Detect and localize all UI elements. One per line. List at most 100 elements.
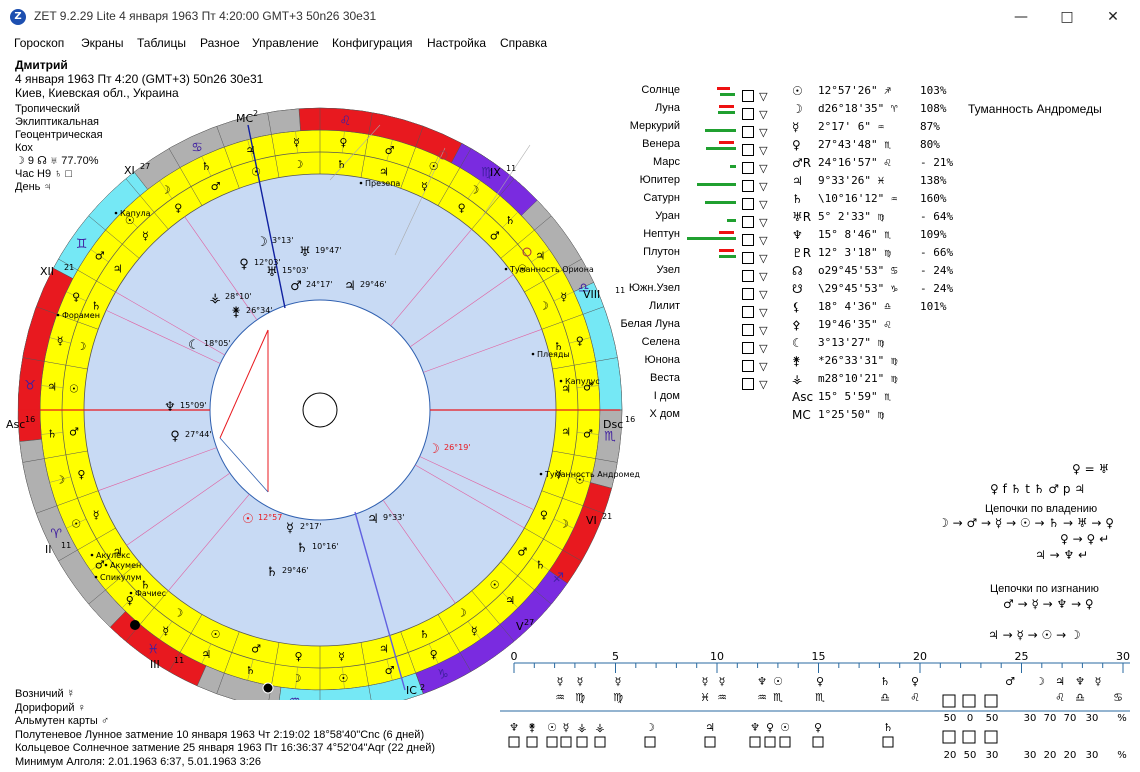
menu-settings[interactable]: Настройка <box>427 36 486 50</box>
planet-row[interactable]: Плутон ▽ ♇R 12° 3'18" ♍ - 66% <box>0 246 1140 265</box>
planet-row[interactable]: Луна ▽ ☽ d26°18'35" ♈ 108% Туманность Андром… <box>0 102 1140 121</box>
planet-position: 19°46'35" ♌ <box>818 318 891 331</box>
zodiac-sign-glyph: ♐ <box>553 571 565 586</box>
planet-percent: 87% <box>920 120 940 133</box>
fixed-star-dot <box>104 563 108 567</box>
dignity-bar <box>719 105 734 108</box>
fixed-star-label: Фачиес <box>135 589 166 598</box>
term-ruler-glyph: ♃ <box>505 594 515 607</box>
timeline-event-sign: ♏ <box>815 691 825 704</box>
timeline-event-sign: ♌ <box>910 691 920 704</box>
chains-own-2: ♀ → ♀ ↵ <box>1060 532 1110 546</box>
planet-position: \10°16'12" ♒ <box>818 192 898 205</box>
fixed-star-label: Туманность Андромеды <box>544 470 640 479</box>
planet-symbol: ⚴ <box>792 318 801 332</box>
menu-horoscope[interactable]: Гороскоп <box>14 36 64 50</box>
planet-row[interactable]: Юнона ▽ ⚵ *26°33'31" ♍ <box>0 354 1140 373</box>
timeline-tick-label: 25 <box>1015 650 1029 663</box>
menu-configuration[interactable]: Конфигурация <box>332 36 413 50</box>
planet-row[interactable]: Меркурий ▽ ☿ 2°17' 6" ♒ 87% <box>0 120 1140 139</box>
planet-glyph: ♃ <box>367 512 379 527</box>
strength-bar <box>687 237 736 240</box>
chains-exile-title: Цепочки по изгнанию <box>990 583 1099 595</box>
planet-percent: - 24% <box>920 264 954 277</box>
quality-percent: 20 <box>944 750 957 761</box>
planet-row[interactable]: Уран ▽ ♅R 5° 2'33" ♍ - 64% <box>0 210 1140 229</box>
almuten-line: Альмутен карты ♂ <box>15 715 110 727</box>
planet-row[interactable]: Солнце ▽ ☉ 12°57'26" ♐ 103% <box>0 84 1140 103</box>
planet-symbol: ♇R <box>792 246 812 260</box>
planet-row[interactable]: I дом Asc 15° 5'59" ♏ <box>0 390 1140 408</box>
planet-percent: 101% <box>920 300 947 313</box>
planet-position: \29°45'53" ♑ <box>818 282 898 295</box>
aspect-timeline[interactable]: 0 5 10 15 20 25 30 ☿ ☿ ☿ ☿ ☿ ♆ ☉ ♀ ♄ ♀ ♂ ☽ ♃ ♆ ☿ ♒ ♍ ♍ ♓ ♒ ♒ ♏ ♏ ♎ ♌ ♌ ♎ ♋… <box>500 645 1140 770</box>
term-ruler-glyph: ☽ <box>292 672 302 685</box>
timeline-box-icon <box>560 736 572 748</box>
timeline-event-glyph: ☽ <box>1035 675 1045 688</box>
planet-row[interactable]: Сатурн ▽ ♄ \10°16'12" ♒ 160% <box>0 192 1140 211</box>
planet-degree-label: 2°17' <box>300 522 321 531</box>
planet-row[interactable]: Юпитер ▽ ♃ 9°33'26" ♓ 138% <box>0 174 1140 193</box>
planet-name: Солнце <box>641 84 680 96</box>
timeline-event-glyph: ♃ <box>1055 675 1065 688</box>
term-ruler-glyph: ♀ <box>430 648 438 661</box>
planet-symbol: ♀ <box>792 138 801 152</box>
timeline-event-sign: ♎ <box>880 691 890 704</box>
planet-position: 3°13'27" ♍ <box>818 336 885 349</box>
timeline-event-sign: ♏ <box>773 691 783 704</box>
menu-tables[interactable]: Таблицы <box>137 36 186 50</box>
face-ruler-glyph: ♀ <box>540 508 548 521</box>
maximize-button[interactable]: □ <box>1044 0 1090 34</box>
zodiac-sign-glyph: ♑ <box>437 668 449 683</box>
planet-row[interactable]: Лилит ▽ ⚸ 18° 4'36" ♎ 101% <box>0 300 1140 319</box>
planet-symbol: ♅R <box>792 210 812 224</box>
timeline-lower-glyph: ♃ <box>705 721 715 734</box>
planet-row[interactable]: Венера ▽ ♀ 27°43'48" ♏ 80% <box>0 138 1140 157</box>
face-ruler-glyph: ♃ <box>561 426 571 439</box>
house-number: 11 <box>61 541 71 550</box>
term-ruler-glyph: ☽ <box>55 474 65 487</box>
menu-control[interactable]: Управление <box>252 36 319 50</box>
timeline-event-sign: ♒ <box>757 691 767 704</box>
element-box-icon <box>984 694 998 708</box>
planet-position: 15° 8'46" ♏ <box>818 228 891 241</box>
planet-degree-label: 10°16' <box>312 542 339 551</box>
timeline-lower-glyph: ⚶ <box>595 721 604 734</box>
menu-help[interactable]: Справка <box>500 36 547 50</box>
planet-name: Меркурий <box>629 120 680 132</box>
menu-misc[interactable]: Разное <box>200 36 240 50</box>
ring-marker <box>130 620 140 630</box>
face-ruler-glyph: ♀ <box>294 650 302 663</box>
planet-symbol: ♆ <box>792 228 803 242</box>
planet-symbol: MC <box>792 408 811 422</box>
planet-name: X дом <box>649 408 681 420</box>
timeline-event-glyph: ♀ <box>911 675 919 688</box>
menu-screens[interactable]: Экраны <box>81 36 123 50</box>
planet-row[interactable]: Нептун ▽ ♆ 15° 8'46" ♏ 109% <box>0 228 1140 247</box>
planet-row[interactable]: Белая Луна ▽ ⚴ 19°46'35" ♌ <box>0 318 1140 337</box>
planet-row[interactable]: Узел ▽ ☊ o29°45'53" ♋ - 24% <box>0 264 1140 283</box>
planet-row[interactable]: X дом MC 1°25'50" ♍ <box>0 408 1140 426</box>
planet-row[interactable]: Селена ▽ ☾ 3°13'27" ♍ <box>0 336 1140 355</box>
dignity-bar <box>719 249 734 252</box>
timeline-box-icon <box>526 736 538 748</box>
timeline-tick-label: 20 <box>913 650 927 663</box>
zodiac-sign-glyph: ♏ <box>604 429 616 444</box>
timeline-tick-label: 15 <box>812 650 826 663</box>
planet-row[interactable]: Южн.Узел ▽ ☋ \29°45'53" ♑ - 24% <box>0 282 1140 301</box>
face-ruler-glyph: ♂ <box>517 546 527 559</box>
timeline-tick-label: 30 <box>1116 650 1130 663</box>
element-percent: 70 <box>1064 713 1077 724</box>
fixed-star-label: Акулекс <box>96 551 130 560</box>
planet-row[interactable]: Веста ▽ ⚶ m28°10'21" ♍ <box>0 372 1140 391</box>
planet-name: Юнона <box>644 354 681 366</box>
planet-row[interactable]: Марс ▽ ♂R 24°16'57" ♌ - 21% <box>0 156 1140 175</box>
timeline-event-glyph: ☿ <box>719 675 726 688</box>
timeline-event-sign: ♍ <box>613 691 623 704</box>
planet-position: 12°57'26" ♐ <box>818 84 891 97</box>
term-ruler-glyph: ☿ <box>162 624 169 637</box>
face-ruler-glyph: ☽ <box>457 606 467 619</box>
close-button[interactable]: ✕ <box>1090 0 1136 34</box>
minimize-button[interactable]: — <box>998 0 1044 34</box>
timeline-box-icon <box>508 736 520 748</box>
